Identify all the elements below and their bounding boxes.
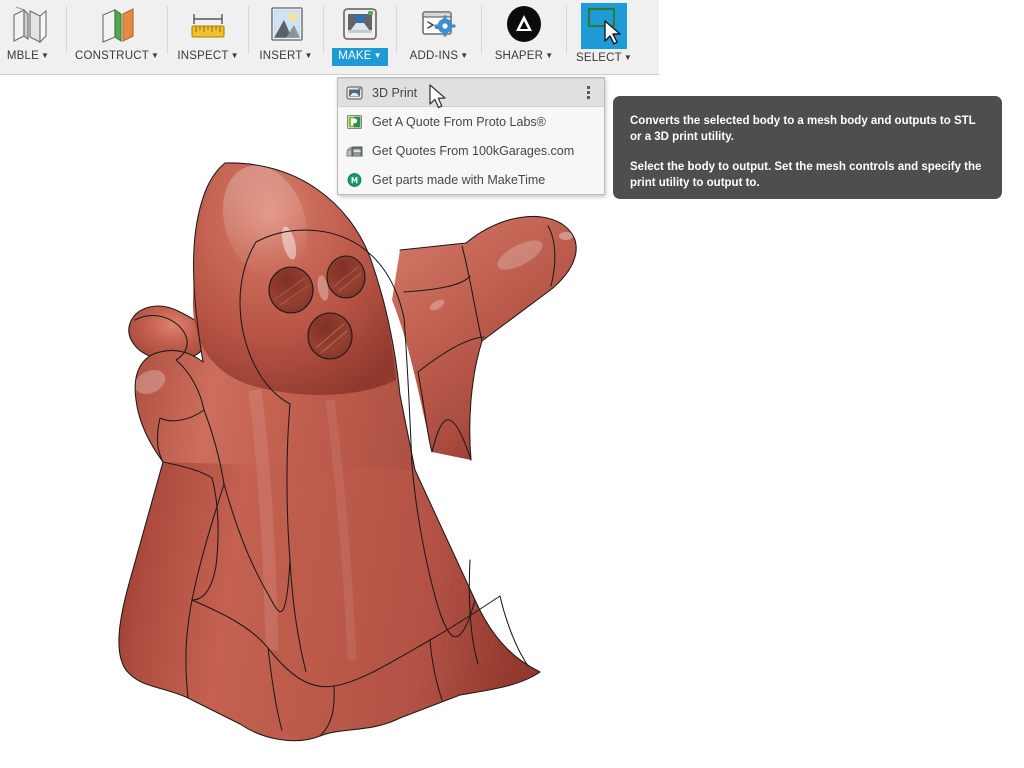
make-dropdown-menu: 3D Print Get A Quote From Proto Labs® Ge… — [337, 77, 605, 195]
toolbar-label-shaper: SHAPER ▼ — [489, 48, 560, 66]
menu-item-label: 3D Print — [372, 85, 418, 100]
label-text: CONSTRUCT — [74, 50, 149, 62]
menu-item-maketime[interactable]: Get parts made with MakeTime — [338, 165, 604, 194]
label-text: SHAPER — [494, 50, 544, 62]
label-text: MAKE — [338, 50, 372, 62]
chevron-down-icon: ▼ — [150, 51, 160, 60]
make-tooltip: Converts the selected body to a mesh bod… — [613, 96, 1002, 199]
toolbar-label-select: SELECT ▼ — [570, 50, 638, 68]
menu-item-label: Get Quotes From 100kGarages.com — [372, 143, 575, 158]
chevron-down-icon: ▼ — [41, 51, 50, 60]
100kgarages-icon — [346, 142, 363, 159]
proto-labs-icon — [346, 113, 363, 130]
chevron-down-icon: ▼ — [545, 51, 554, 60]
ghost-right-arm — [392, 216, 577, 460]
tooltip-paragraph-1: Converts the selected body to a mesh bod… — [630, 115, 976, 143]
label-text: INSERT — [259, 50, 303, 62]
toolbar-group-inspect[interactable]: INSPECT ▼ — [168, 0, 248, 74]
chevron-down-icon: ▼ — [623, 53, 633, 62]
toolbar-label-construct: CONSTRUCT ▼ — [69, 48, 165, 66]
construct-icon — [93, 3, 141, 47]
toolbar-group-insert[interactable]: INSERT ▼ — [249, 0, 323, 74]
label-text: MBLE — [6, 50, 39, 62]
ribbon-toolbar: MBLE ▼ CONSTRUCT ▼ INSPECT ▼ INSERT ▼ MA… — [0, 0, 659, 75]
tooltip-paragraph-2: Select the body to output. Set the mesh … — [630, 161, 982, 189]
3d-printer-icon — [336, 3, 384, 47]
chevron-down-icon: ▼ — [230, 51, 239, 60]
toolbar-label-insert: INSERT ▼ — [253, 48, 318, 66]
maketime-icon — [346, 171, 363, 188]
picture-icon — [262, 3, 310, 47]
menu-item-label: Get parts made with MakeTime — [372, 172, 546, 187]
chevron-down-icon: ▼ — [460, 51, 469, 60]
script-gear-icon — [415, 3, 463, 47]
shaper-triangle-icon — [500, 3, 548, 47]
toolbar-label-addins: ADD-INS ▼ — [404, 48, 475, 66]
toolbar-group-assemble[interactable]: MBLE ▼ — [0, 0, 66, 74]
label-text: INSPECT — [177, 50, 229, 62]
toolbar-group-shaper[interactable]: SHAPER ▼ — [482, 0, 566, 74]
menu-item-3d-print[interactable]: 3D Print — [338, 78, 604, 107]
toolbar-group-addins[interactable]: ADD-INS ▼ — [397, 0, 481, 74]
chevron-down-icon: ▼ — [373, 51, 382, 60]
overflow-menu-icon[interactable] — [581, 83, 595, 103]
toolbar-group-construct[interactable]: CONSTRUCT ▼ — [67, 0, 167, 74]
toolbar-label-inspect: INSPECT ▼ — [171, 48, 244, 66]
chevron-down-icon: ▼ — [304, 51, 313, 60]
toolbar-group-select[interactable]: SELECT ▼ — [567, 0, 641, 74]
assemble-icon — [4, 3, 52, 47]
measure-ruler-icon — [184, 3, 232, 47]
menu-item-100kgarages-quote[interactable]: Get Quotes From 100kGarages.com — [338, 136, 604, 165]
arm-tip-highlight — [559, 232, 573, 240]
ghost-skirt — [118, 462, 540, 741]
toolbar-label-make[interactable]: MAKE ▼ — [332, 48, 388, 66]
application-window: MBLE ▼ CONSTRUCT ▼ INSPECT ▼ INSERT ▼ MA… — [0, 0, 1024, 768]
toolbar-label-assemble: MBLE ▼ — [1, 48, 55, 66]
label-text: SELECT — [575, 52, 622, 64]
label-text: ADD-INS — [409, 50, 459, 62]
3d-print-icon — [346, 84, 363, 101]
menu-item-label: Get A Quote From Proto Labs® — [372, 114, 546, 129]
toolbar-group-make[interactable]: MAKE ▼ — [324, 0, 396, 74]
menu-item-proto-labs-quote[interactable]: Get A Quote From Proto Labs® — [338, 107, 604, 136]
left-eye-hole — [268, 266, 314, 314]
select-window-icon[interactable] — [581, 3, 627, 49]
